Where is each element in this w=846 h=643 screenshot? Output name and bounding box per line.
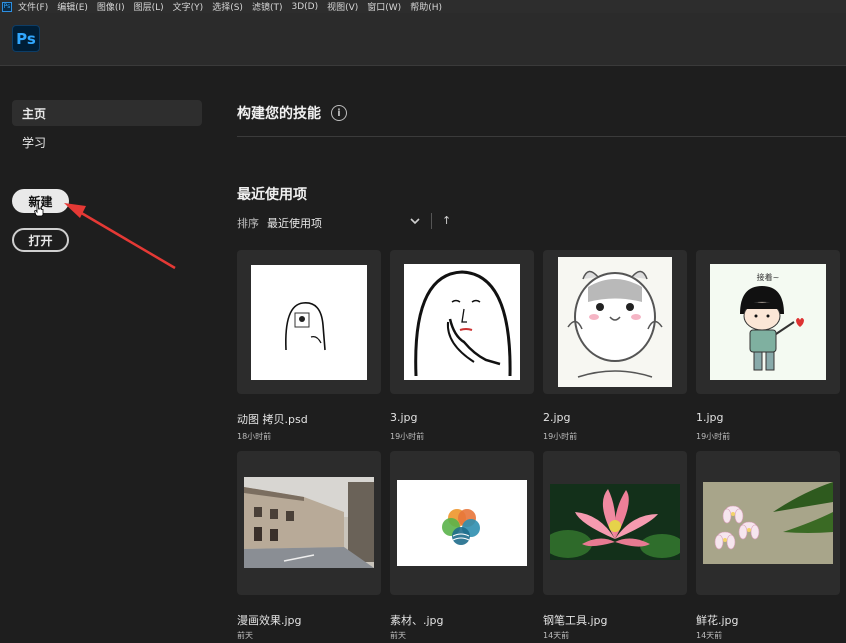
ghost-doodle-thumbnail bbox=[404, 264, 520, 380]
app-header: Ps bbox=[0, 13, 846, 66]
file-time: 19小时前 bbox=[390, 432, 425, 441]
file-time: 18小时前 bbox=[237, 432, 272, 441]
menu-3d[interactable]: 3D(D) bbox=[291, 2, 318, 12]
file-time: 前天 bbox=[390, 631, 406, 640]
file-time: 14天前 bbox=[696, 631, 723, 640]
file-name[interactable]: 钢笔工具.jpg bbox=[543, 612, 608, 628]
menu-filter[interactable]: 滤镜(T) bbox=[252, 0, 283, 13]
menu-help[interactable]: 帮助(H) bbox=[410, 0, 442, 13]
recent-heading: 最近使用项 bbox=[237, 187, 307, 203]
menu-edit[interactable]: 编辑(E) bbox=[57, 0, 88, 13]
photoshop-app-icon: Ps bbox=[2, 1, 12, 12]
menu-image[interactable]: 图像(I) bbox=[97, 0, 125, 13]
girl-sticker-thumbnail: 接着~ bbox=[710, 264, 826, 380]
hamster-sticker-thumbnail bbox=[558, 257, 672, 387]
sort-direction-icon[interactable]: ↑ bbox=[442, 214, 451, 227]
menu-select[interactable]: 选择(S) bbox=[212, 0, 243, 13]
skills-heading: 构建您的技能 bbox=[237, 106, 321, 122]
menu-window[interactable]: 窗口(W) bbox=[367, 0, 401, 13]
file-name[interactable]: 素材、.jpg bbox=[390, 612, 444, 628]
lotus-photo-icon bbox=[544, 484, 684, 560]
circle-logo-icon bbox=[442, 509, 480, 545]
recent-file-card[interactable]: 接着~ bbox=[696, 250, 840, 394]
photoshop-logo: Ps bbox=[12, 25, 40, 52]
circle-logo-thumbnail bbox=[397, 480, 527, 566]
menu-file[interactable]: 文件(F) bbox=[18, 0, 48, 13]
recent-file-card[interactable] bbox=[696, 451, 840, 595]
file-time: 14天前 bbox=[543, 631, 570, 640]
sidebar-item-home[interactable]: 主页 bbox=[12, 100, 202, 126]
recent-file-card[interactable] bbox=[390, 451, 534, 595]
sort-label: 排序 bbox=[237, 217, 259, 230]
plumeria-photo-icon bbox=[703, 482, 833, 564]
sticker-caption: 接着~ bbox=[756, 273, 780, 282]
menu-view[interactable]: 视图(V) bbox=[327, 0, 358, 13]
file-name[interactable]: 2.jpg bbox=[543, 411, 571, 424]
street-photo-icon bbox=[244, 477, 374, 568]
ghost-doodle-icon bbox=[414, 270, 512, 377]
file-name[interactable]: 漫画效果.jpg bbox=[237, 612, 302, 628]
file-time: 19小时前 bbox=[696, 432, 731, 441]
sidebar-item-learn[interactable]: 学习 bbox=[12, 129, 202, 155]
street-photo-thumbnail bbox=[244, 477, 374, 568]
file-time: 19小时前 bbox=[543, 432, 578, 441]
recent-file-card[interactable] bbox=[543, 451, 687, 595]
plumeria-photo-thumbnail bbox=[703, 482, 833, 564]
menu-layer[interactable]: 图层(L) bbox=[134, 0, 164, 13]
open-button[interactable]: 打开 bbox=[12, 228, 69, 252]
sort-dropdown[interactable]: 最近使用项 bbox=[267, 215, 322, 231]
lotus-photo-thumbnail bbox=[544, 484, 684, 560]
recent-file-card[interactable] bbox=[237, 250, 381, 394]
recent-file-card[interactable] bbox=[237, 451, 381, 595]
hand-cursor-icon bbox=[33, 203, 44, 217]
menu-bar: Ps 文件(F) 编辑(E) 图像(I) 图层(L) 文字(Y) 选择(S) 滤… bbox=[0, 0, 846, 13]
chevron-down-icon[interactable] bbox=[410, 216, 420, 226]
ghost-doodle-mini-thumbnail bbox=[251, 265, 367, 380]
info-icon[interactable]: i bbox=[331, 105, 347, 121]
file-name[interactable]: 3.jpg bbox=[390, 411, 418, 424]
menu-type[interactable]: 文字(Y) bbox=[173, 0, 204, 13]
ghost-doodle-mini-icon bbox=[285, 302, 326, 351]
recent-file-card[interactable] bbox=[390, 250, 534, 394]
file-name[interactable]: 动图 拷贝.psd bbox=[237, 411, 308, 427]
sort-separator bbox=[431, 213, 432, 229]
file-name[interactable]: 鲜花.jpg bbox=[696, 612, 739, 628]
section-divider bbox=[237, 136, 846, 137]
file-name[interactable]: 1.jpg bbox=[696, 411, 724, 424]
recent-file-card[interactable] bbox=[543, 250, 687, 394]
hamster-sticker-icon bbox=[567, 270, 663, 378]
file-time: 前天 bbox=[237, 631, 253, 640]
